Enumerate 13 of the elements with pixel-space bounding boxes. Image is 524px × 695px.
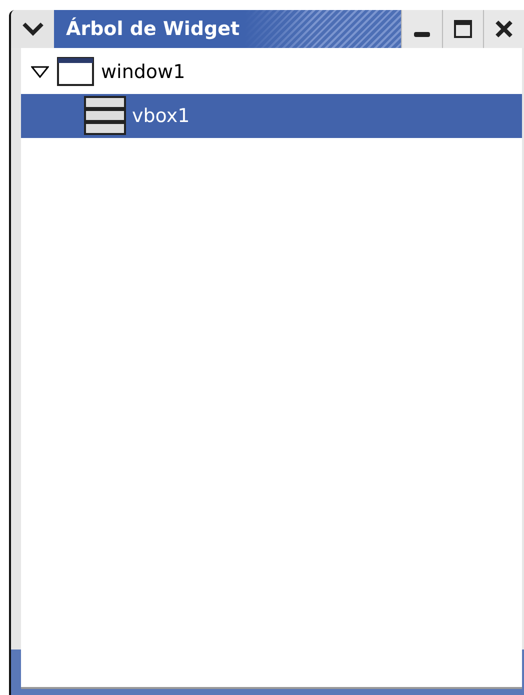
close-button[interactable] <box>483 10 524 48</box>
stacked-bars-icon <box>84 95 126 137</box>
tree-row[interactable]: window1 <box>21 50 522 94</box>
minimize-icon <box>414 32 430 36</box>
close-icon <box>494 19 514 39</box>
minimize-button[interactable] <box>401 10 442 48</box>
maximize-icon <box>453 19 473 39</box>
window-title: Árbol de Widget <box>66 18 240 40</box>
window-icon <box>57 57 95 87</box>
window-menu-button[interactable] <box>11 10 54 48</box>
maximize-button[interactable] <box>442 10 483 48</box>
chevron-down-icon <box>22 22 44 36</box>
tree-row[interactable]: vbox1 <box>21 94 522 138</box>
